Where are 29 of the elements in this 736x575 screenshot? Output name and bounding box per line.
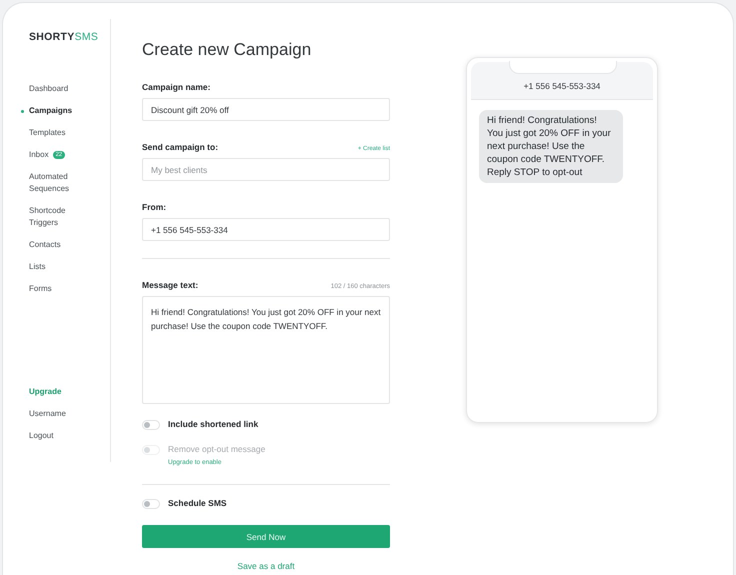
field-label: Message text:: [142, 280, 198, 290]
toggle-label: Remove opt-out message: [168, 444, 266, 454]
sidebar-item[interactable]: Inbox: [29, 149, 49, 161]
page-title: Create new Campaign: [142, 40, 312, 60]
sidebar-item[interactable]: Shortcode Triggers: [29, 205, 91, 229]
logo-text: SHORTY: [29, 31, 75, 43]
field-label: Send campaign to:: [142, 142, 218, 152]
sidebar-item[interactable]: Dashboard: [29, 83, 91, 95]
field-label: From:: [142, 202, 166, 212]
sidebar-item[interactable]: Forms: [29, 283, 91, 295]
message-field[interactable]: Hi friend! Congratulations! You just got 20% OFF in your next purchase! Use the coupon code TWENTYOFF.: [142, 296, 390, 404]
field-label: Campaign name:: [142, 82, 210, 92]
message-bubble: Hi friend! Congratulations! You just got 20% OFF in your next purchase! Use the coupon code TWENTYOFF. Reply STOP to opt-out: [479, 110, 623, 183]
toggle-switch[interactable]: [142, 499, 160, 509]
sidebar-item[interactable]: Campaigns: [29, 105, 91, 117]
sidebar-item[interactable]: Contacts: [29, 239, 91, 251]
sidebar-item[interactable]: Logout: [29, 430, 91, 442]
sidebar-item[interactable]: Lists: [29, 261, 91, 273]
toggle-label: Schedule SMS: [168, 498, 227, 508]
input-field[interactable]: My best clients: [142, 158, 390, 181]
input-field[interactable]: Discount gift 20% off: [142, 98, 390, 121]
phone-number: +1 556 545-553-334: [524, 81, 600, 91]
toggle-label: Include shortened link: [168, 419, 258, 429]
logo-text: SMS: [74, 31, 98, 43]
sidebar-item[interactable]: Templates: [29, 127, 91, 139]
input-field[interactable]: +1 556 545-553-334: [142, 218, 390, 241]
sidebar-item[interactable]: Username: [29, 408, 91, 420]
toggle-switch[interactable]: [142, 420, 160, 430]
sidebar-item[interactable]: Automated Sequences: [29, 171, 91, 195]
